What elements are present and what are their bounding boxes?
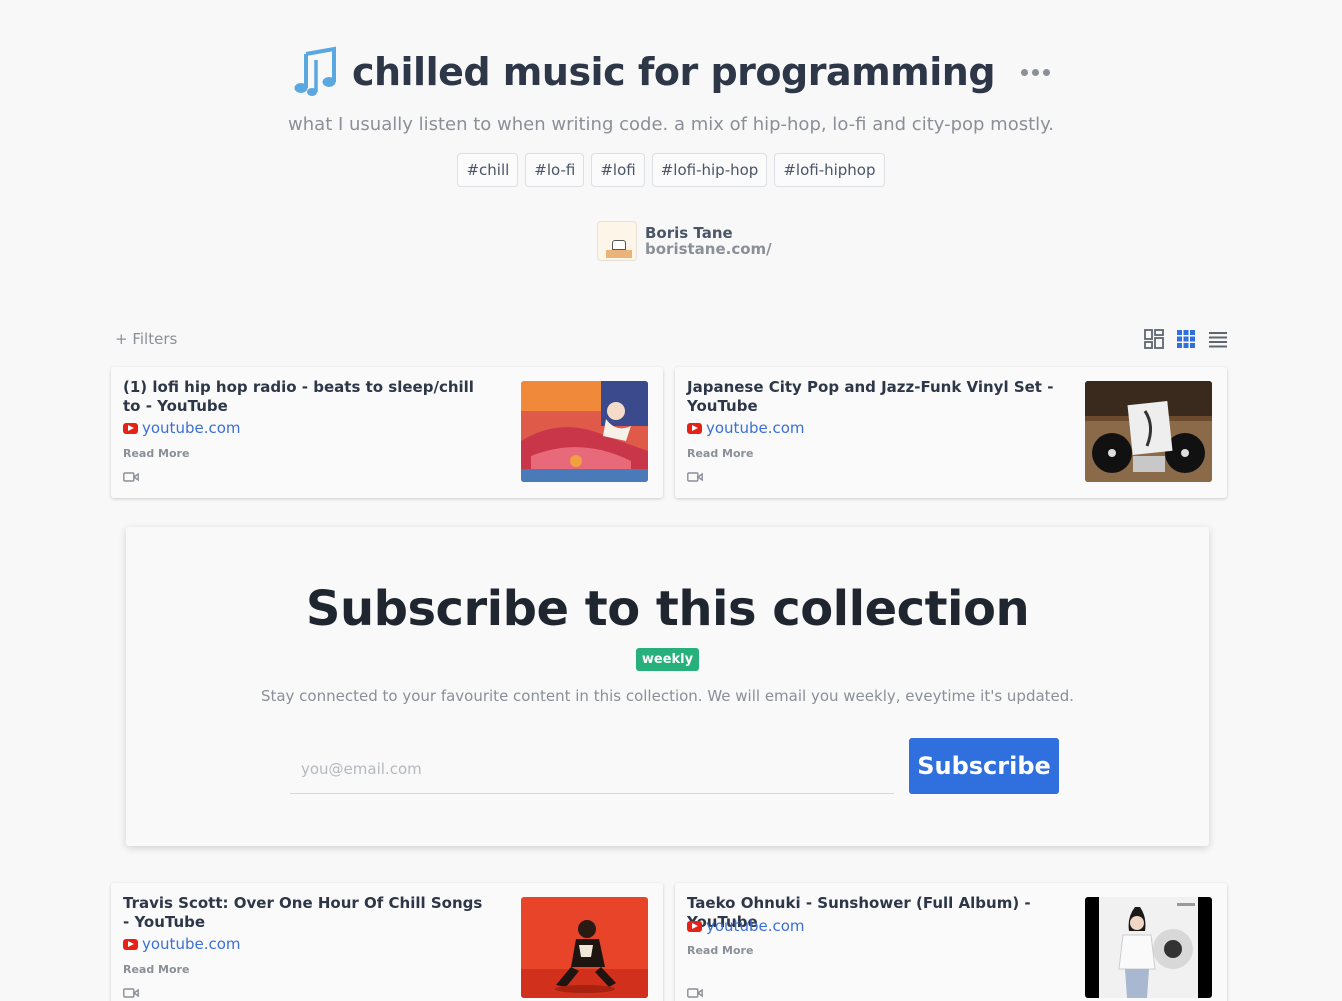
tag-lofi-hiphop[interactable]: #lofi-hiphop [774, 153, 885, 187]
more-options-button[interactable] [1021, 63, 1051, 82]
filters-button[interactable]: + Filters [115, 330, 177, 348]
author-info: Boris Tane boristane.com/ [645, 225, 772, 257]
author-block[interactable]: Boris Tane boristane.com/ [597, 221, 772, 261]
read-more-link[interactable]: Read More [123, 447, 189, 460]
youtube-icon [123, 938, 138, 950]
tag-lofi[interactable]: #lofi [591, 153, 645, 187]
youtube-icon [123, 422, 138, 434]
card-thumbnail[interactable] [1085, 381, 1212, 482]
card-source-link[interactable]: youtube.com [123, 419, 241, 437]
read-more-link[interactable]: Read More [123, 963, 189, 976]
list-view-icon[interactable] [1208, 329, 1228, 349]
video-icon [123, 988, 139, 998]
email-field[interactable] [290, 745, 894, 794]
card-source-link[interactable]: youtube.com [123, 935, 241, 953]
tag-list: #chill #lo-fi #lofi #lofi-hip-hop #lofi-… [0, 153, 1342, 187]
grid-view-icon[interactable] [1176, 329, 1196, 349]
card-thumbnail[interactable] [1085, 897, 1212, 998]
more-dot-icon [1021, 68, 1029, 76]
author-website[interactable]: boristane.com/ [645, 241, 772, 257]
collection-header: chilled music for programming what I usu… [0, 40, 1342, 187]
card-thumbnail[interactable] [521, 381, 648, 482]
tag-chill[interactable]: #chill [457, 153, 519, 187]
subscribe-panel: Subscribe to this collection weekly Stay… [126, 527, 1209, 846]
card-title[interactable]: Japanese City Pop and Jazz-Funk Vinyl Se… [687, 378, 1057, 416]
subscribe-title: Subscribe to this collection [305, 581, 1030, 637]
tag-lo-fi[interactable]: #lo-fi [525, 153, 585, 187]
avatar-cat-shape [612, 240, 626, 250]
card-source-link[interactable]: youtube.com [687, 419, 805, 437]
card-title[interactable]: (1) lofi hip hop radio - beats to sleep/… [123, 378, 493, 416]
more-dot-icon [1043, 68, 1051, 76]
bookmark-card[interactable]: (1) lofi hip hop radio - beats to sleep/… [111, 367, 663, 498]
view-mode-switcher [1144, 329, 1228, 349]
card-thumbnail[interactable] [521, 897, 648, 998]
avatar-box-shape [606, 250, 632, 258]
title-row: chilled music for programming [0, 40, 1342, 104]
card-source-label: youtube.com [142, 419, 241, 437]
author-name[interactable]: Boris Tane [645, 225, 772, 241]
video-icon [687, 988, 703, 998]
card-source-link[interactable]: youtube.com [687, 917, 805, 935]
read-more-link[interactable]: Read More [687, 944, 753, 957]
bookmark-card[interactable]: Travis Scott: Over One Hour Of Chill Son… [111, 883, 663, 1001]
avatar [597, 221, 637, 261]
video-icon [687, 472, 703, 482]
bookmark-card[interactable]: Japanese City Pop and Jazz-Funk Vinyl Se… [675, 367, 1227, 498]
more-dot-icon [1032, 68, 1040, 76]
collection-title: chilled music for programming [351, 50, 996, 94]
frequency-badge: weekly [636, 648, 699, 671]
collection-description: what I usually listen to when writing co… [288, 114, 1054, 135]
card-source-label: youtube.com [706, 419, 805, 437]
youtube-icon [687, 422, 702, 434]
subscribe-button[interactable]: Subscribe [909, 738, 1059, 794]
card-source-label: youtube.com [706, 917, 805, 935]
card-source-label: youtube.com [142, 935, 241, 953]
subscribe-description: Stay connected to your favourite content… [260, 687, 1075, 705]
card-title[interactable]: Travis Scott: Over One Hour Of Chill Son… [123, 894, 493, 932]
music-notes-icon [294, 46, 336, 96]
bookmark-card[interactable]: Taeko Ohnuki - Sunshower (Full Album) - … [675, 883, 1227, 1001]
youtube-icon [687, 920, 702, 932]
tag-lofi-hip-hop[interactable]: #lofi-hip-hop [651, 153, 768, 187]
read-more-link[interactable]: Read More [687, 447, 753, 460]
masonry-view-icon[interactable] [1144, 329, 1164, 349]
video-icon [123, 472, 139, 482]
